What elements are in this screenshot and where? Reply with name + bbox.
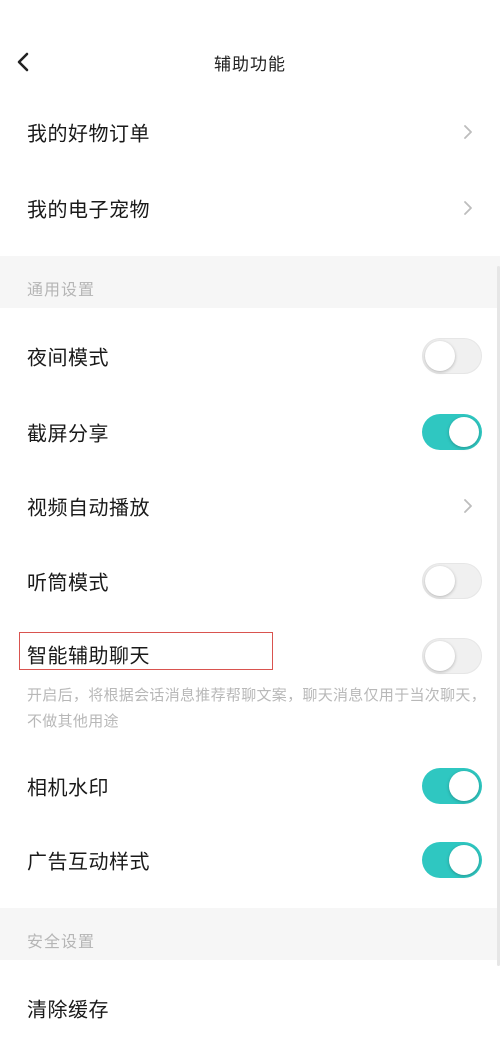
- row-e-pet[interactable]: 我的电子宠物: [0, 172, 500, 244]
- settings-screen: 辅助功能 我的好物订单 我的电子宠物 通用设置 夜间模式 截屏分享 视频自动播放…: [0, 0, 500, 1059]
- row-night-mode[interactable]: 夜间模式: [0, 320, 500, 392]
- row-good-orders[interactable]: 我的好物订单: [0, 96, 500, 168]
- row-label: 听筒模式: [27, 570, 109, 595]
- toggle-knob: [449, 845, 479, 875]
- row-label: 相机水印: [27, 775, 109, 800]
- chevron-right-icon: [458, 495, 478, 517]
- night-mode-toggle[interactable]: [422, 338, 482, 374]
- row-screenshot-share[interactable]: 截屏分享: [0, 396, 500, 468]
- row-label: 我的好物订单: [27, 121, 150, 146]
- row-clear-cache[interactable]: 清除缓存: [0, 972, 500, 1044]
- page-title: 辅助功能: [214, 55, 286, 75]
- toggle-knob: [425, 566, 455, 596]
- earpiece-mode-toggle[interactable]: [422, 563, 482, 599]
- row-label: 截屏分享: [27, 421, 109, 446]
- row-ad-interaction-style[interactable]: 广告互动样式: [0, 824, 500, 896]
- toggle-knob: [449, 417, 479, 447]
- row-video-autoplay[interactable]: 视频自动播放: [0, 470, 500, 542]
- row-label: 我的电子宠物: [27, 197, 150, 222]
- section-title: 通用设置: [27, 280, 96, 299]
- row-camera-watermark[interactable]: 相机水印: [0, 750, 500, 822]
- row-label: 视频自动播放: [27, 495, 150, 520]
- chevron-right-icon: [458, 197, 478, 219]
- chevron-right-icon: [458, 121, 478, 143]
- section-header-general: 通用设置: [0, 256, 500, 308]
- camera-watermark-toggle[interactable]: [422, 768, 482, 804]
- smart-chat-assist-toggle[interactable]: [422, 638, 482, 674]
- row-earpiece-mode[interactable]: 听筒模式: [0, 545, 500, 617]
- highlight-annotation: [19, 632, 273, 670]
- section-title: 安全设置: [27, 932, 96, 951]
- toggle-knob: [425, 341, 455, 371]
- toggle-knob: [449, 771, 479, 801]
- smart-chat-hint: 开启后，将根据会话消息推荐帮聊文案，聊天消息仅用于当次聊天，不做其他用途: [27, 686, 487, 730]
- toggle-knob: [425, 641, 455, 671]
- row-label: 清除缓存: [27, 997, 109, 1022]
- screenshot-share-toggle[interactable]: [422, 414, 482, 450]
- section-header-security: 安全设置: [0, 908, 500, 960]
- ad-interaction-style-toggle[interactable]: [422, 842, 482, 878]
- row-label: 广告互动样式: [27, 849, 150, 874]
- row-label: 夜间模式: [27, 345, 109, 370]
